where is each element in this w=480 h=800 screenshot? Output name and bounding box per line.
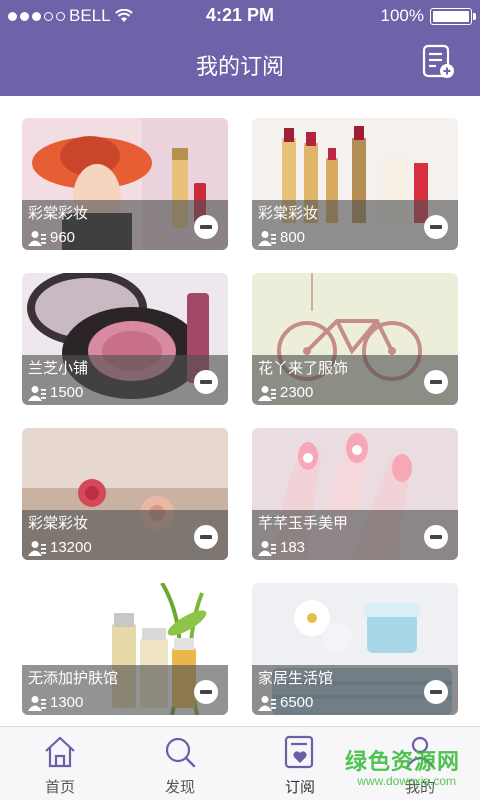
card-title: 彩棠彩妆 [258, 204, 319, 222]
card-title: 彩棠彩妆 [28, 204, 89, 222]
subscriber-count: 1500 [50, 384, 84, 401]
card-stats: 960 [28, 229, 75, 246]
card-stats: 13200 [28, 539, 92, 556]
subscription-grid: 彩棠彩妆 960 彩棠彩妆 800 兰芝小铺 1500 花丫来了服饰 2300 … [0, 96, 480, 726]
subscription-card[interactable]: 彩棠彩妆 800 [252, 118, 458, 250]
nav-bar: 我的订阅 [0, 32, 480, 96]
subscribers-icon [258, 540, 276, 556]
unsubscribe-button[interactable] [424, 370, 448, 394]
card-stats: 1500 [28, 384, 83, 401]
card-stats: 183 [258, 539, 305, 556]
subscriber-count: 183 [280, 539, 306, 556]
subscription-card[interactable]: 花丫来了服饰 2300 [252, 273, 458, 405]
search-icon [165, 737, 196, 768]
subscribers-icon [28, 230, 46, 246]
unsubscribe-button[interactable] [424, 680, 448, 704]
subscribe-icon [284, 735, 314, 769]
subscribers-icon [258, 695, 276, 711]
add-subscription-icon[interactable] [420, 44, 456, 80]
battery-percent: 100% [380, 6, 424, 25]
subscribers-icon [28, 695, 46, 711]
unsubscribe-button[interactable] [194, 215, 218, 239]
subscriber-count: 960 [50, 229, 76, 246]
card-title: 兰芝小铺 [28, 359, 89, 377]
subscription-card[interactable]: 芊芊玉手美甲 183 [252, 428, 458, 560]
card-title: 花丫来了服饰 [258, 359, 349, 377]
card-stats: 6500 [258, 694, 313, 711]
subscription-card[interactable]: 家居生活馆 6500 [252, 583, 458, 715]
card-title: 芊芊玉手美甲 [258, 514, 349, 532]
unsubscribe-button[interactable] [194, 370, 218, 394]
tab-label: 首页 [44, 778, 75, 796]
subscriber-count: 13200 [50, 539, 92, 556]
subscribers-icon [28, 540, 46, 556]
subscription-card[interactable]: 彩棠彩妆 960 [22, 118, 228, 250]
subscribers-icon [258, 385, 276, 401]
subscribers-icon [28, 385, 46, 401]
tab-home[interactable]: 首页 [0, 727, 120, 800]
watermark-url: www.downxia.com [357, 774, 456, 788]
card-stats: 800 [258, 229, 305, 246]
tab-label: 订阅 [284, 778, 315, 796]
tab-label: 发现 [164, 778, 195, 796]
card-stats: 1300 [28, 694, 83, 711]
unsubscribe-button[interactable] [424, 215, 448, 239]
subscription-card[interactable]: 彩棠彩妆 13200 [22, 428, 228, 560]
page-title: 我的订阅 [195, 55, 284, 80]
subscription-card[interactable]: 兰芝小铺 1500 [22, 273, 228, 405]
subscriber-count: 1300 [50, 694, 84, 711]
unsubscribe-button[interactable] [194, 525, 218, 549]
card-title: 彩棠彩妆 [28, 514, 89, 532]
tab-subscribe[interactable]: 订阅 [240, 727, 360, 800]
card-title: 无添加护肤馆 [28, 669, 119, 687]
subscriber-count: 2300 [280, 384, 314, 401]
subscriber-count: 800 [280, 229, 306, 246]
subscriber-count: 6500 [280, 694, 314, 711]
unsubscribe-button[interactable] [424, 525, 448, 549]
status-right: 100% [380, 6, 476, 26]
subscribers-icon [258, 230, 276, 246]
subscription-card[interactable]: 无添加护肤馆 1300 [22, 583, 228, 715]
home-icon [45, 736, 75, 768]
battery-icon [430, 7, 476, 25]
watermark-text: 绿色资源网 [344, 750, 460, 775]
unsubscribe-button[interactable] [194, 680, 218, 704]
card-title: 家居生活馆 [258, 669, 334, 687]
tab-discover[interactable]: 发现 [120, 727, 240, 800]
card-stats: 2300 [258, 384, 313, 401]
status-bar: BELL 4:21 PM 100% [0, 0, 480, 32]
